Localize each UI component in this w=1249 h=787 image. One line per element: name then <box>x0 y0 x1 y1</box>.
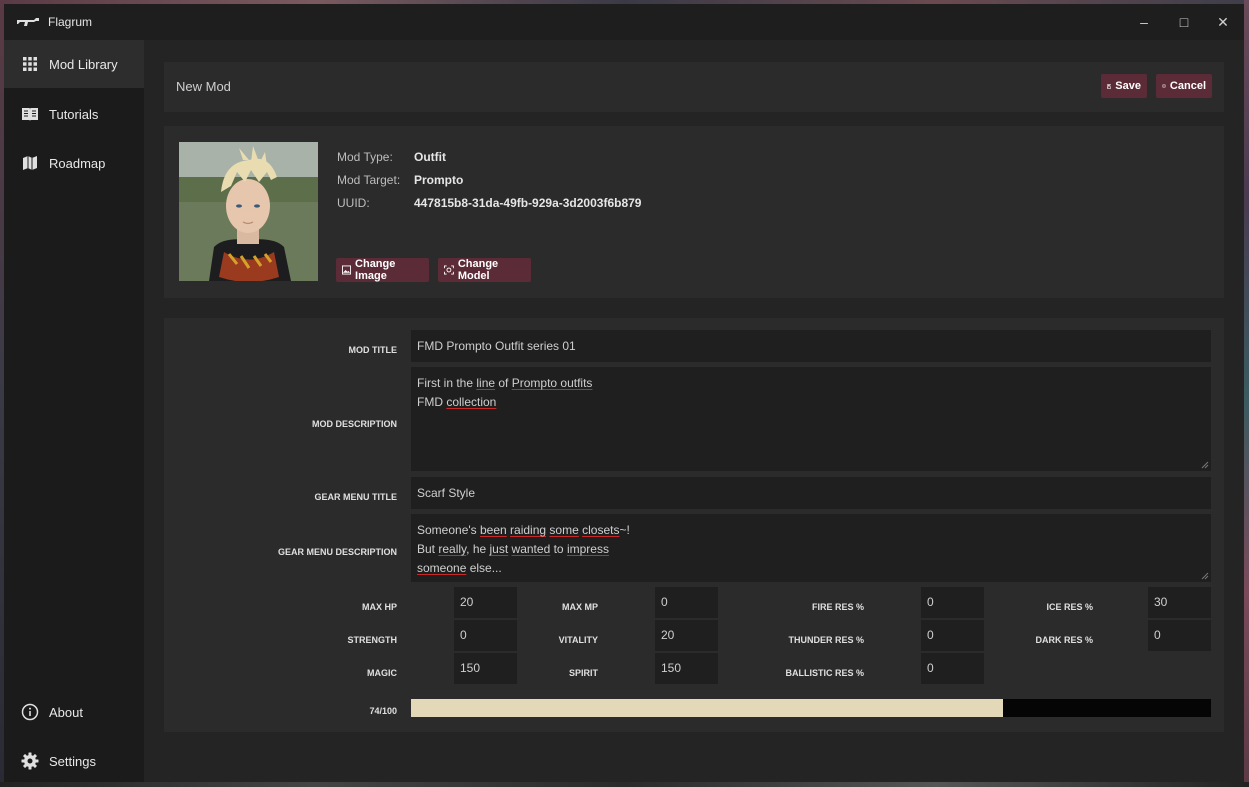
max-hp-input[interactable]: 20 <box>454 587 517 618</box>
ice-res-input[interactable]: 30 <box>1148 587 1211 618</box>
gear-menu-title-input[interactable]: Scarf Style <box>411 477 1211 509</box>
info-icon <box>21 703 39 721</box>
desktop-background-bottom <box>0 782 1249 787</box>
mod-type-label: Mod Type: <box>337 150 393 164</box>
gear-icon <box>21 752 39 770</box>
sidebar-item-mod-library[interactable]: Mod Library <box>4 40 144 88</box>
resize-grip-icon[interactable] <box>1201 461 1209 469</box>
sidebar-item-tutorials[interactable]: Tutorials <box>4 90 144 138</box>
max-mp-input[interactable]: 0 <box>655 587 718 618</box>
page-title: New Mod <box>176 79 231 94</box>
mod-target-label: Mod Target: <box>337 173 401 187</box>
points-progress-fill <box>411 699 1003 717</box>
save-label: Save <box>1115 80 1141 92</box>
maximize-button[interactable]: □ <box>1164 8 1204 36</box>
strength-label: STRENGTH <box>347 635 398 645</box>
main-content: New Mod Save Cancel Mod Type: Outfit Mod… <box>144 40 1244 782</box>
image-icon <box>342 265 352 275</box>
spirit-input[interactable]: 150 <box>655 653 718 684</box>
strength-input[interactable]: 0 <box>454 620 517 651</box>
mod-description-line-2: FMD collection <box>417 395 497 409</box>
book-icon <box>22 108 38 121</box>
sidebar-item-settings[interactable]: Settings <box>4 737 144 785</box>
gear-description-line-2: But really, he just wanted to impress <box>417 542 609 556</box>
thunder-res-input[interactable]: 0 <box>921 620 984 651</box>
sidebar-item-about[interactable]: About <box>4 688 144 736</box>
points-progress-bar <box>411 699 1211 717</box>
cancel-button[interactable]: Cancel <box>1156 74 1212 98</box>
title-bar[interactable]: Flagrum – □ ✕ <box>4 4 1244 40</box>
mod-title-label: MOD TITLE <box>348 345 398 355</box>
magic-label: MAGIC <box>367 668 397 678</box>
mod-preview-image <box>179 142 318 281</box>
floppy-disk-icon <box>1107 83 1112 89</box>
max-hp-label: MAX HP <box>361 602 397 612</box>
fire-res-input[interactable]: 0 <box>921 587 984 618</box>
mod-target-value: Prompto <box>414 173 464 187</box>
close-icon: ✕ <box>1217 13 1229 30</box>
change-image-label: Change Image <box>355 258 396 282</box>
minimize-icon: – <box>1140 14 1148 30</box>
magic-input[interactable]: 150 <box>454 653 517 684</box>
map-icon <box>23 156 37 170</box>
cancel-label: Cancel <box>1169 80 1206 92</box>
save-button[interactable]: Save <box>1101 74 1147 98</box>
change-model-label: Change Model <box>457 258 499 282</box>
mod-title-input[interactable]: FMD Prompto Outfit series 01 <box>411 330 1211 362</box>
uuid-value: 447815b8-31da-49fb-929a-3d2003f6b879 <box>414 196 642 210</box>
points-label: 74/100 <box>369 706 397 716</box>
model-icon <box>444 265 454 275</box>
grid-icon <box>23 57 37 71</box>
max-mp-label: MAX MP <box>562 602 598 612</box>
sidebar-item-label: Tutorials <box>49 106 99 122</box>
gear-description-line-1: Someone's been raiding some closets~! <box>417 523 630 537</box>
vitality-label: VITALITY <box>558 635 598 645</box>
window-title: Flagrum <box>48 15 93 29</box>
mod-type-value: Outfit <box>414 150 446 164</box>
sidebar-item-label: Settings <box>49 753 96 769</box>
resize-grip-icon[interactable] <box>1201 572 1209 580</box>
app-window: Flagrum – □ ✕ Mod Library Tutorials Road… <box>4 4 1244 782</box>
ballistic-res-label: BALLISTIC RES % <box>785 668 864 678</box>
fire-res-label: FIRE RES % <box>811 602 864 612</box>
sidebar-item-label: Roadmap <box>49 155 106 171</box>
dark-res-label: DARK RES % <box>1035 635 1093 645</box>
vitality-input[interactable]: 20 <box>655 620 718 651</box>
sidebar-item-label: About <box>49 704 83 720</box>
mod-description-line-1: First in the line of Prompto outfits <box>417 376 593 390</box>
dark-res-input[interactable]: 0 <box>1148 620 1211 651</box>
ballistic-res-input[interactable]: 0 <box>921 653 984 684</box>
spirit-label: SPIRIT <box>568 668 598 678</box>
uuid-label: UUID: <box>337 196 370 210</box>
thunder-res-label: THUNDER RES % <box>788 635 864 645</box>
sidebar-item-label: Mod Library <box>49 56 118 72</box>
mod-info-card: Mod Type: Outfit Mod Target: Prompto UUI… <box>164 126 1224 298</box>
gear-menu-description-label: GEAR MENU DESCRIPTION <box>277 547 397 557</box>
close-button[interactable]: ✕ <box>1203 8 1243 36</box>
gear-menu-description-textarea[interactable]: Someone's been raiding some closets~! Bu… <box>411 514 1211 582</box>
mod-description-label: MOD DESCRIPTION <box>311 419 397 429</box>
gear-description-line-3: someone else... <box>417 561 502 575</box>
cancel-circle-icon <box>1162 84 1166 88</box>
mod-description-textarea[interactable]: First in the line of Prompto outfits FMD… <box>411 367 1211 471</box>
sidebar: Mod Library Tutorials Roadmap About Sett… <box>4 40 144 782</box>
change-image-button[interactable]: Change Image <box>336 258 429 282</box>
sidebar-item-roadmap[interactable]: Roadmap <box>4 139 144 187</box>
mod-form: MOD TITLE FMD Prompto Outfit series 01 M… <box>164 318 1224 732</box>
minimize-button[interactable]: – <box>1124 8 1164 36</box>
desktop-background-right <box>1244 0 1249 787</box>
maximize-icon: □ <box>1179 14 1189 30</box>
gear-menu-title-label: GEAR MENU TITLE <box>314 492 398 502</box>
page-header: New Mod Save Cancel <box>164 62 1224 112</box>
rifle-icon <box>17 18 39 26</box>
ice-res-label: ICE RES % <box>1046 602 1093 612</box>
change-model-button[interactable]: Change Model <box>438 258 531 282</box>
